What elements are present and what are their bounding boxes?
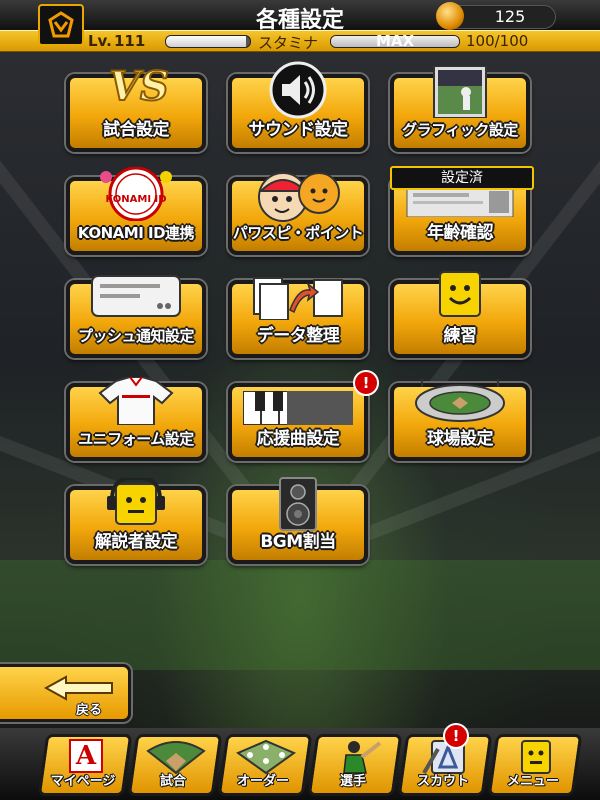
team-logo-button[interactable] <box>38 4 84 46</box>
status-bar: Lv. 111 スタミナ MAX 100/100 <box>0 30 600 52</box>
nav-menu[interactable]: メニュー <box>487 734 583 796</box>
stamina-state: MAX <box>376 32 415 50</box>
coin-icon <box>436 2 464 30</box>
nav-match-label: 試合 <box>159 774 186 789</box>
pawapuro-face-icon <box>232 167 364 222</box>
notification-panel-icon <box>70 274 202 326</box>
nav-players-label: 選手 <box>339 774 366 789</box>
nav-mypage-label: マイページ <box>50 774 116 789</box>
stadium-settings-button[interactable]: 球場設定 <box>390 379 530 461</box>
svg-text:VS: VS <box>109 63 169 110</box>
graphics-preview-icon <box>394 66 526 118</box>
data-organize-label: データ整理 <box>256 326 340 346</box>
nav-order[interactable]: オーダー <box>217 734 313 796</box>
konami-id-logo-text: KONAMI ID <box>105 194 167 205</box>
push-notification-settings-label: プッシュ通知設定 <box>77 327 195 345</box>
data-organize-button[interactable]: データ整理 <box>228 277 368 358</box>
nav-players[interactable]: 選手 <box>307 734 403 796</box>
coin-count: 125 <box>494 7 526 26</box>
back-label: 戻る <box>76 703 103 718</box>
konami-id-icon <box>70 167 202 221</box>
data-transfer-icon <box>232 274 364 326</box>
uniform-icon <box>70 377 202 429</box>
stadium-settings-label: 球場設定 <box>427 429 494 449</box>
match-settings-label: 試合設定 <box>103 120 170 140</box>
push-notification-settings-button[interactable]: プッシュ通知設定 <box>66 275 206 358</box>
konami-id-link-button[interactable]: KONAMI ID KONAMI ID連携 <box>66 167 206 255</box>
bgm-assign-label: BGM割当 <box>260 532 336 552</box>
pawaspi-point-label: パワスピ・ポイント <box>232 224 364 242</box>
konami-id-link-label: KONAMI ID連携 <box>77 224 195 242</box>
practice-button[interactable]: 練習 <box>390 271 530 358</box>
back-button[interactable]: 戻る <box>0 664 131 722</box>
uniform-settings-label: ユニフォーム設定 <box>78 430 194 448</box>
mypage-letter: A <box>68 739 103 773</box>
smiley-block-icon <box>394 270 526 322</box>
header-bar: 各種設定 125 <box>0 0 600 33</box>
nav-menu-label: メニュー <box>506 774 559 789</box>
practice-label: 練習 <box>443 326 478 346</box>
back-arrow-icon <box>44 675 113 701</box>
age-verification-label: 年齢確認 <box>427 223 494 243</box>
graphics-settings-button[interactable]: グラフィック設定 <box>390 66 530 152</box>
pawaspi-point-button[interactable]: パワスピ・ポイント <box>228 172 368 255</box>
bottom-nav: A マイページ 試合 オーダー 選手 スカウト メニュー <box>0 728 600 800</box>
scout-alert-icon: ! <box>443 723 469 749</box>
nav-mypage[interactable]: A マイページ <box>37 734 133 796</box>
commentator-settings-label: 解説者設定 <box>94 532 178 552</box>
cheer-song-settings-button[interactable]: 応援曲設定 <box>228 383 368 461</box>
sound-settings-label: サウンド設定 <box>248 120 349 140</box>
stamina-value: 100/100 <box>466 32 529 50</box>
age-verified-badge: 設定済 <box>390 166 534 190</box>
level-progress-fill <box>166 36 246 47</box>
speaker-icon <box>232 60 364 119</box>
level-value: 111 <box>114 32 146 50</box>
cheer-song-settings-label: 応援曲設定 <box>256 429 340 449</box>
nav-scout-label: スカウト <box>416 774 469 789</box>
bgm-assign-button[interactable]: BGM割当 <box>228 477 368 564</box>
level-prefix: Lv. <box>88 32 112 50</box>
cheer-song-alert-icon: ! <box>353 370 379 396</box>
level-progress-bar <box>165 35 251 48</box>
team-logo-icon <box>48 11 74 38</box>
nav-order-label: オーダー <box>236 774 289 789</box>
speaker-cabinet-icon <box>232 476 364 531</box>
graphics-settings-label: グラフィック設定 <box>402 121 518 139</box>
stamina-label: スタミナ <box>258 34 319 52</box>
sound-settings-button[interactable]: サウンド設定 <box>228 61 368 152</box>
uniform-settings-button[interactable]: ユニフォーム設定 <box>66 377 206 461</box>
match-settings-button[interactable]: VS 試合設定 <box>66 62 206 152</box>
commentator-settings-button[interactable]: 解説者設定 <box>66 478 206 564</box>
nav-match[interactable]: 試合 <box>127 734 223 796</box>
vs-icon: VS <box>70 60 202 112</box>
headset-smiley-icon <box>70 478 202 530</box>
